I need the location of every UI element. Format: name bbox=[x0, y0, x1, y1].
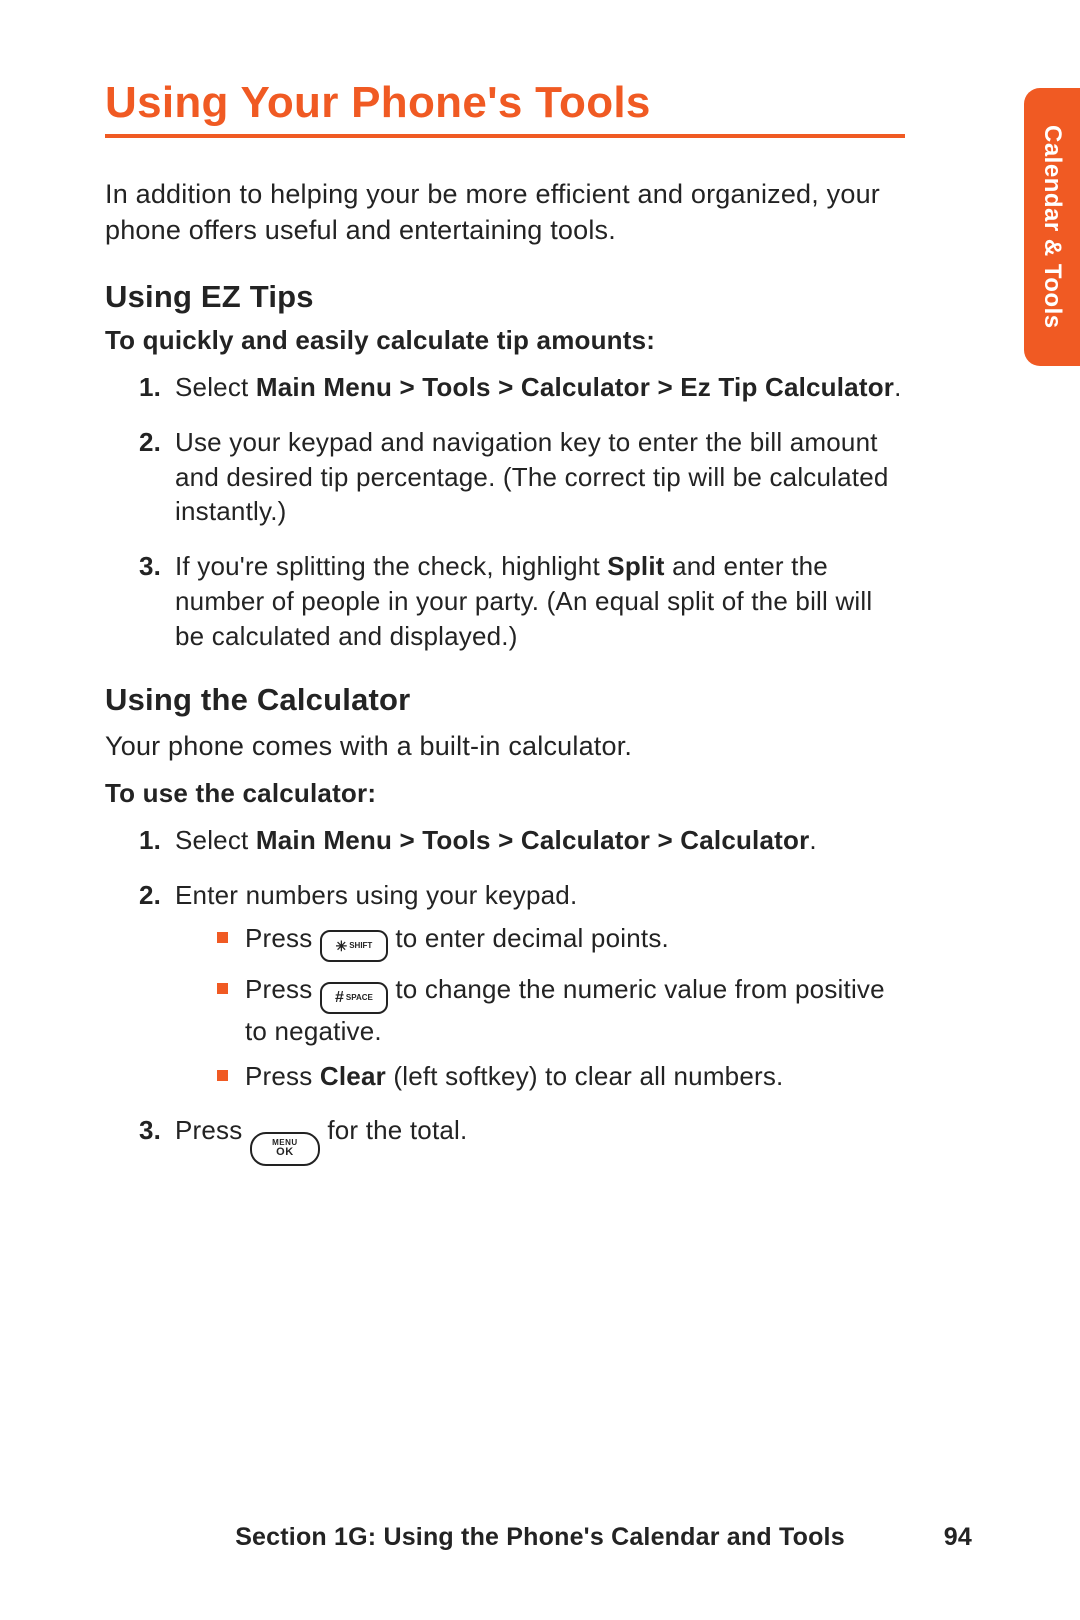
step-number: 1. bbox=[139, 370, 161, 405]
sub-text: Press bbox=[245, 923, 320, 953]
sub-text-post: (left softkey) to clear all numbers. bbox=[386, 1061, 784, 1091]
step-text-post: . bbox=[809, 825, 816, 855]
step-bold: Split bbox=[607, 551, 664, 581]
sub-text-post: to enter decimal points. bbox=[395, 923, 669, 953]
lead-calculator: To use the calculator: bbox=[105, 778, 905, 809]
star-shift-key-icon: SHIFT bbox=[320, 930, 388, 962]
step-bold: Main Menu > Tools > Calculator > Ez Tip … bbox=[256, 372, 894, 402]
calc-sub-3: Press Clear (left softkey) to clear all … bbox=[217, 1059, 905, 1094]
step-text: Use your keypad and navigation key to en… bbox=[175, 427, 889, 527]
step-number: 3. bbox=[139, 1113, 161, 1148]
ez-step-1: 1. Select Main Menu > Tools > Calculator… bbox=[139, 370, 905, 405]
step-text: Enter numbers using your keypad. bbox=[175, 880, 577, 910]
heading-ez-tips: Using EZ Tips bbox=[105, 279, 905, 315]
calc-step-1: 1. Select Main Menu > Tools > Calculator… bbox=[139, 823, 905, 858]
page-title: Using Your Phone's Tools bbox=[105, 78, 905, 128]
step-text: Press bbox=[175, 1115, 250, 1145]
hash-space-key-icon: SPACE bbox=[320, 982, 388, 1014]
step-text: Select bbox=[175, 825, 256, 855]
step-text: If you're splitting the check, highlight bbox=[175, 551, 607, 581]
side-tab-calendar-tools: Calendar & Tools bbox=[1024, 88, 1080, 366]
step-text-post: for the total. bbox=[327, 1115, 467, 1145]
step-number: 3. bbox=[139, 549, 161, 584]
menu-ok-key-icon: MENU OK bbox=[250, 1132, 320, 1166]
step-text: Select bbox=[175, 372, 256, 402]
step-number: 1. bbox=[139, 823, 161, 858]
calc-step-2: 2. Enter numbers using your keypad. Pres… bbox=[139, 878, 905, 1093]
page-content: Using Your Phone's Tools In addition to … bbox=[105, 78, 905, 1186]
ez-step-2: 2. Use your keypad and navigation key to… bbox=[139, 425, 905, 529]
calculator-intro: Your phone comes with a built-in calcula… bbox=[105, 728, 905, 764]
ez-step-3: 3. If you're splitting the check, highli… bbox=[139, 549, 905, 653]
calc-step-3: 3. Press MENU OK for the total. bbox=[139, 1113, 905, 1166]
step-number: 2. bbox=[139, 425, 161, 460]
step-text-post: . bbox=[894, 372, 901, 402]
sub-text: Press bbox=[245, 1061, 320, 1091]
footer-section: Section 1G: Using the Phone's Calendar a… bbox=[235, 1523, 845, 1551]
page-number: 94 bbox=[944, 1523, 972, 1552]
step-bold: Main Menu > Tools > Calculator > Calcula… bbox=[256, 825, 810, 855]
sub-text: Press bbox=[245, 974, 320, 1004]
calc-sub-2: Press SPACE to change the numeric value … bbox=[217, 972, 905, 1049]
side-tab-label: Calendar & Tools bbox=[1038, 125, 1066, 329]
calculator-steps: 1. Select Main Menu > Tools > Calculator… bbox=[105, 823, 905, 1166]
calc-sub-1: Press SHIFT to enter decimal points. bbox=[217, 921, 905, 962]
sub-bold: Clear bbox=[320, 1061, 386, 1091]
lead-ez-tips: To quickly and easily calculate tip amou… bbox=[105, 325, 905, 356]
step-number: 2. bbox=[139, 878, 161, 913]
heading-calculator: Using the Calculator bbox=[105, 682, 905, 718]
intro-paragraph: In addition to helping your be more effi… bbox=[105, 176, 905, 249]
title-rule bbox=[105, 134, 905, 138]
calc-substeps: Press SHIFT to enter decimal points. Pre… bbox=[175, 921, 905, 1094]
page-footer: Section 1G: Using the Phone's Calendar a… bbox=[0, 1523, 1080, 1552]
ez-tips-steps: 1. Select Main Menu > Tools > Calculator… bbox=[105, 370, 905, 654]
